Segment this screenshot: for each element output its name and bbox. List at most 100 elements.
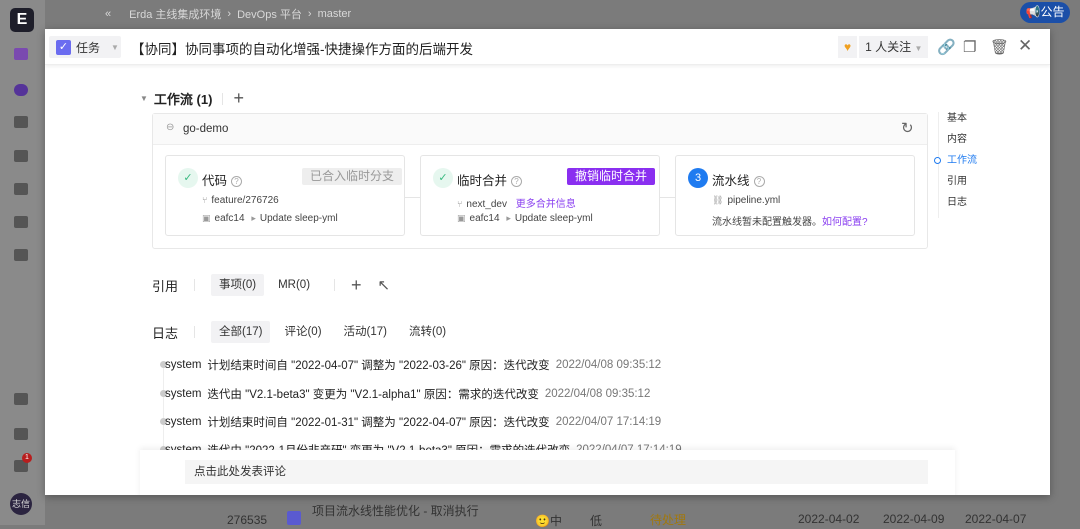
check-icon: ✓	[433, 168, 453, 188]
topbar: « Erda 主线集成环境 › DevOps 平台 › master 📢公告	[45, 0, 1080, 26]
check-icon: ✓	[178, 168, 198, 188]
step-number: 3	[688, 168, 708, 188]
app-icon[interactable]	[14, 116, 28, 128]
tab-all[interactable]: 全部(17)	[211, 321, 271, 343]
tab-transitions[interactable]: 流转(0)	[401, 321, 454, 343]
app-icon[interactable]	[14, 183, 28, 195]
workflow-card-code: ✓ 代码? 已合入临时分支 ⑂ feature/276726 ▣ eafc14 ▸ U…	[165, 155, 405, 236]
commit-message: Update sleep-yml	[514, 213, 593, 224]
app-sidebar: E 1 志信	[0, 0, 45, 525]
follow-heart-icon[interactable]: ♥	[838, 36, 858, 58]
nav-workflow[interactable]: 工作流	[934, 154, 977, 175]
tab-activity[interactable]: 活动(17)	[336, 321, 395, 343]
nav-reference[interactable]: 引用	[939, 175, 977, 196]
app-icon[interactable]	[14, 150, 28, 162]
nav-content[interactable]: 内容	[939, 133, 977, 154]
file-link-icon: ⛓	[712, 195, 724, 205]
reference-section: 引用 事项(0) MR(0) + ↖	[152, 274, 390, 296]
copy-icon[interactable]: ❐	[963, 38, 976, 56]
issue-title[interactable]: 【协同】协同事项的自动化增强-快捷操作方面的后端开发	[131, 38, 473, 58]
priority: 低	[590, 514, 603, 528]
caret-down-icon[interactable]: ▼	[140, 94, 148, 103]
help-icon[interactable]: ?	[511, 176, 523, 187]
breadcrumb-item[interactable]: master	[318, 8, 352, 20]
pipeline-file[interactable]: pipeline.yml	[727, 195, 780, 206]
card-title: 流水线	[712, 174, 750, 188]
state: 待处理	[650, 513, 687, 527]
tab-mr[interactable]: MR(0)	[270, 274, 318, 296]
workflow-app-header: ⊖ go-demo ↻	[153, 114, 927, 145]
delete-icon[interactable]: 🗑	[990, 38, 1009, 56]
card-title: 代码	[202, 174, 228, 188]
commit-icon: ▣	[457, 213, 466, 223]
refresh-icon[interactable]: ↻	[901, 119, 914, 137]
issue-type-select[interactable]: ✓ 任务 ▼	[49, 36, 121, 58]
workflow-card-temp-merge: ✓ 临时合并? 撤销临时合并 ⑂ next_dev 更多合并信息 ▣ eafc14 …	[420, 155, 660, 236]
link-existing-icon[interactable]: ↖	[378, 276, 391, 294]
task-icon	[287, 511, 301, 525]
modal-header: ✓ 任务 ▼ 【协同】协同事项的自动化增强-快捷操作方面的后端开发 ♥ 1 人关…	[45, 29, 1050, 65]
log-item: system 迭代由 "V2.1-beta3" 变更为 "V2.1-alpha1"…	[165, 388, 651, 401]
help-icon[interactable]: ?	[753, 176, 765, 187]
more-merge-info-link[interactable]: 更多合并信息	[516, 199, 576, 210]
branch-name: next_dev	[466, 199, 507, 210]
avatar[interactable]: 志信	[10, 493, 32, 515]
breadcrumb-item[interactable]: DevOps 平台	[237, 6, 302, 22]
workflow-box: ⊖ go-demo ↻ ✓ 代码? 已合入临时分支 ⑂ feature/27672…	[152, 113, 928, 249]
comment-input[interactable]: 点击此处发表评论	[185, 460, 928, 484]
how-to-config-link[interactable]: 如何配置?	[822, 217, 868, 228]
section-title: 引用	[152, 278, 179, 294]
log-section: 日志 全部(17) 评论(0) 活动(17) 流转(0)	[152, 321, 454, 343]
commit-icon: ▣	[202, 213, 211, 223]
app-icon[interactable]	[14, 48, 28, 60]
app-icon[interactable]	[14, 84, 28, 96]
branch-icon: ⑂	[202, 195, 208, 205]
workflow-card-pipeline: 3 流水线? ⛓ pipeline.yml 流水线暂未配置触发器。如何配置?	[675, 155, 915, 236]
message-badge: 1	[22, 453, 32, 463]
date: 2022-04-02	[798, 512, 860, 526]
log-item: system 计划结束时间自 "2022-04-07" 调整为 "2022-03-…	[165, 359, 662, 372]
help-icon[interactable]: ?	[231, 176, 243, 187]
followers-dropdown[interactable]: 1 人关注 ▼	[859, 36, 929, 58]
app-icon[interactable]	[14, 216, 28, 228]
commit-id[interactable]: eafc14	[215, 213, 245, 224]
link-icon[interactable]: 🔗	[937, 38, 956, 56]
section-anchor-nav: 基本 内容 工作流 引用 日志	[934, 112, 977, 218]
nav-basic[interactable]: 基本	[939, 112, 977, 133]
tab-comments[interactable]: 评论(0)	[276, 321, 329, 343]
severity: 🙂中	[535, 514, 562, 528]
issue-type-label: 任务	[76, 40, 101, 55]
date: 2022-04-07	[965, 512, 1027, 526]
search-icon[interactable]	[14, 393, 28, 405]
date: 2022-04-09	[883, 512, 945, 526]
commit-id[interactable]: eafc14	[470, 213, 500, 224]
background-table-row: 276535 项目流水线性能优化 - 取消执行 🙂中 低 待处理 2022-04…	[45, 500, 1080, 528]
breadcrumb: « Erda 主线集成环境 › DevOps 平台 › master	[105, 6, 352, 22]
row-title[interactable]: 项目流水线性能优化 - 取消执行	[312, 502, 479, 519]
tab-issues[interactable]: 事项(0)	[211, 274, 265, 296]
collapse-icon[interactable]: «	[105, 8, 111, 20]
notice-button[interactable]: 📢公告	[1020, 2, 1070, 23]
add-icon[interactable]: +	[233, 88, 244, 109]
close-icon[interactable]: ✕	[1018, 36, 1032, 56]
branch-icon: ⑂	[457, 199, 463, 209]
chevron-down-icon: ▼	[111, 42, 119, 52]
task-icon: ✓	[56, 39, 71, 55]
log-item: system 计划结束时间自 "2022-01-31" 调整为 "2022-04-…	[165, 416, 662, 429]
language-icon[interactable]	[14, 428, 28, 440]
nav-log[interactable]: 日志	[939, 196, 977, 217]
merged-tag: 已合入临时分支	[302, 168, 403, 185]
branch-name: feature/276726	[211, 195, 279, 206]
erda-logo[interactable]: E	[10, 8, 34, 32]
breadcrumb-item[interactable]: Erda 主线集成环境	[129, 6, 221, 22]
app-name: go-demo	[183, 123, 229, 135]
revert-merge-button[interactable]: 撤销临时合并	[567, 168, 656, 185]
add-icon[interactable]: +	[351, 275, 362, 296]
section-title: 工作流 (1)	[153, 92, 213, 107]
collapse-icon[interactable]: ⊖	[166, 122, 174, 133]
issue-detail-modal: ✓ 任务 ▼ 【协同】协同事项的自动化增强-快捷操作方面的后端开发 ♥ 1 人关…	[45, 29, 1050, 495]
modal-body: ▼ 工作流 (1) + ⊖ go-demo ↻ ✓ 代码? 已合入临时分支 ⑂ f…	[45, 65, 1050, 495]
commit-message: Update sleep-yml	[259, 213, 338, 224]
app-icon[interactable]	[14, 249, 28, 261]
section-title: 日志	[152, 325, 179, 341]
